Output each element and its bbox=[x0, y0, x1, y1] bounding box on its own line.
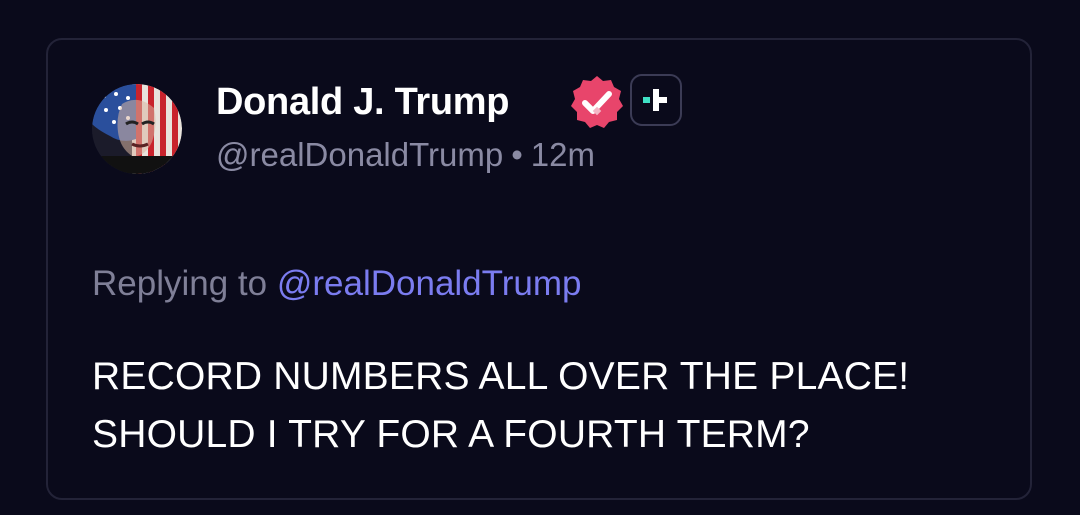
replying-to-mention-link[interactable]: @realDonaldTrump bbox=[277, 264, 582, 303]
post-text-line: SHOULD I TRY FOR A FOURTH TERM? bbox=[92, 413, 810, 456]
plus-icon bbox=[643, 89, 667, 111]
post-text-line: RECORD NUMBERS ALL OVER THE PLACE! bbox=[92, 355, 910, 398]
follow-plus-button[interactable] bbox=[630, 74, 682, 126]
meta-separator: • bbox=[511, 136, 523, 173]
author-meta-line: @realDonaldTrump • 12m bbox=[216, 134, 595, 176]
author-handle[interactable]: @realDonaldTrump bbox=[216, 136, 503, 173]
post-timestamp[interactable]: 12m bbox=[531, 136, 595, 173]
replying-to-label: Replying to bbox=[92, 264, 268, 303]
replying-to-line: Replying to @realDonaldTrump bbox=[92, 262, 581, 306]
post-body-text: RECORD NUMBERS ALL OVER THE PLACE! SHOUL… bbox=[92, 348, 992, 464]
author-display-name[interactable]: Donald J. Trump bbox=[216, 78, 510, 126]
post-card[interactable]: Donald J. Trump @realDonaldTrump • 12m Rep… bbox=[46, 38, 1032, 500]
author-avatar[interactable] bbox=[92, 84, 182, 174]
verified-badge-icon bbox=[571, 76, 623, 128]
avatar-flag-portrait-icon bbox=[92, 84, 182, 174]
